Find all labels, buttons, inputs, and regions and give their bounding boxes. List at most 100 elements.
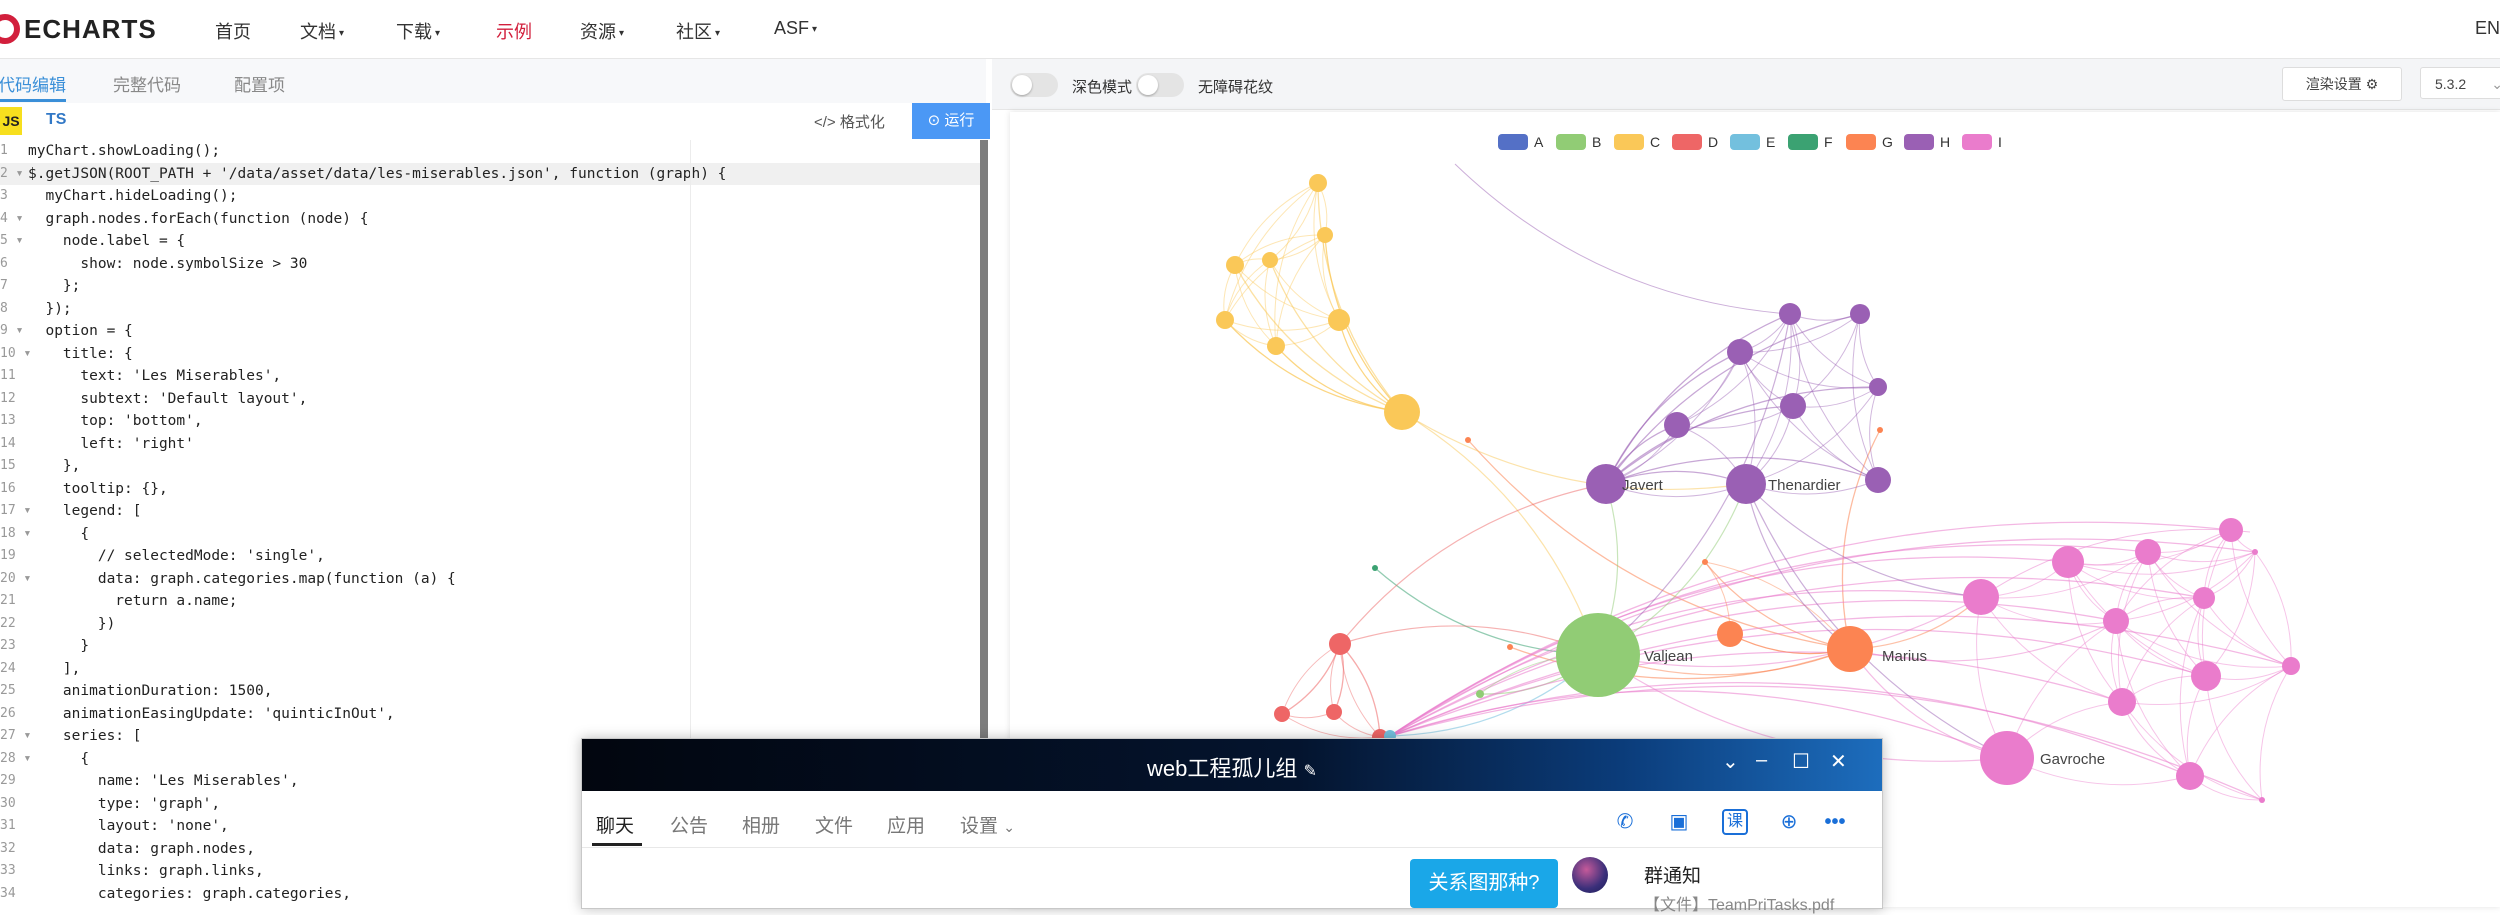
graph-node[interactable] [1317, 227, 1333, 243]
nav-item-0[interactable]: 首页 [215, 18, 251, 44]
legend-marker-H[interactable] [1904, 134, 1934, 150]
graph-node[interactable] [1980, 731, 2034, 785]
minimize-icon[interactable]: – [1756, 749, 1767, 772]
tab-files[interactable]: 文件 [815, 811, 853, 838]
run-button[interactable]: ⊙ 运行 [912, 103, 990, 139]
code-line[interactable]: 5 ▾ node.label = { [0, 230, 980, 253]
render-settings-button[interactable]: 渲染设置 ⚙ [2282, 67, 2402, 101]
code-line[interactable]: 17 ▾ legend: [ [0, 500, 980, 523]
add-icon[interactable]: ⊕ [1776, 809, 1802, 835]
code-line[interactable]: 23 } [0, 635, 980, 658]
graph-node[interactable] [1727, 339, 1753, 365]
graph-node[interactable] [1465, 437, 1471, 443]
pane-splitter[interactable] [980, 140, 988, 740]
legend-label[interactable]: F [1824, 134, 1833, 150]
code-line[interactable]: 24 ], [0, 658, 980, 681]
graph-node[interactable] [2191, 661, 2221, 691]
graph-node[interactable] [2176, 762, 2204, 790]
dark-mode-toggle[interactable] [1010, 73, 1058, 97]
graph-node[interactable] [1274, 706, 1290, 722]
graph-node[interactable] [1309, 174, 1327, 192]
tab-code-edit[interactable]: 代码编辑 [0, 71, 66, 96]
graph-node[interactable] [1372, 565, 1378, 571]
nav-item-5[interactable]: 社区 ▾ [676, 18, 720, 44]
legend-marker-B[interactable] [1556, 134, 1586, 150]
legend-marker-D[interactable] [1672, 134, 1702, 150]
message-bubble[interactable]: 关系图那种? [1410, 859, 1558, 908]
code-line[interactable]: 16 tooltip: {}, [0, 478, 980, 501]
graph-node[interactable] [1779, 303, 1801, 325]
code-line[interactable]: 13 top: 'bottom', [0, 410, 980, 433]
code-line[interactable]: 9 ▾ option = { [0, 320, 980, 343]
legend-label[interactable]: A [1534, 134, 1544, 150]
code-line[interactable]: 22 }) [0, 613, 980, 636]
notice-file[interactable]: 【文件】TeamPriTasks.pdf [1644, 891, 1834, 915]
graph-node[interactable] [1869, 378, 1887, 396]
avatar[interactable] [1572, 857, 1608, 893]
graph-node[interactable] [1827, 626, 1873, 672]
graph-node[interactable] [2252, 549, 2258, 555]
graph-node[interactable] [1216, 311, 1234, 329]
code-line[interactable]: 2 ▾ $.getJSON(ROOT_PATH + '/data/asset/da… [0, 162, 980, 185]
edit-icon[interactable]: ✎ [1304, 763, 1317, 780]
graph-node[interactable] [1780, 393, 1806, 419]
code-line[interactable]: 1 myChart.showLoading(); [0, 140, 980, 163]
chevron-down-icon[interactable]: ⌄ [1722, 749, 1739, 774]
nav-item-4[interactable]: 资源 ▾ [580, 18, 624, 44]
graph-node[interactable] [1476, 690, 1484, 698]
graph-node[interactable] [1586, 464, 1626, 504]
graph-node[interactable] [1329, 633, 1351, 655]
nav-item-6[interactable]: ASF ▾ [774, 18, 817, 39]
graph-node[interactable] [1726, 464, 1766, 504]
graph-node[interactable] [1717, 621, 1743, 647]
legend-label[interactable]: E [1766, 134, 1775, 150]
code-line[interactable]: 21 return a.name; [0, 590, 980, 613]
graph-node[interactable] [1702, 559, 1708, 565]
legend-marker-G[interactable] [1846, 134, 1876, 150]
code-line[interactable]: 25 animationDuration: 1500, [0, 680, 980, 703]
code-line[interactable]: 18 ▾ { [0, 523, 980, 546]
graph-node[interactable] [1262, 252, 1278, 268]
phone-icon[interactable]: ✆ [1612, 809, 1638, 835]
legend-label[interactable]: H [1940, 134, 1950, 150]
legend-marker-I[interactable] [1962, 134, 1992, 150]
js-tab[interactable]: JS [0, 107, 22, 135]
video-call-icon[interactable]: ▣ [1666, 809, 1692, 835]
code-line[interactable]: 8 }); [0, 298, 980, 321]
tab-notice[interactable]: 公告 [670, 811, 708, 838]
close-icon[interactable]: ✕ [1830, 749, 1847, 774]
classroom-icon[interactable]: 课 [1722, 809, 1748, 835]
graph-node[interactable] [2193, 587, 2215, 609]
echarts-logo[interactable]: ECHARTS [0, 12, 157, 46]
nav-item-3[interactable]: 示例 [496, 18, 532, 44]
code-line[interactable]: 19 // selectedMode: 'single', [0, 545, 980, 568]
code-line[interactable]: 20 ▾ data: graph.categories.map(function… [0, 568, 980, 591]
legend-label[interactable]: C [1650, 134, 1660, 150]
legend-label[interactable]: D [1708, 134, 1718, 150]
code-line[interactable]: 4 ▾ graph.nodes.forEach(function (node) … [0, 208, 980, 231]
code-line[interactable]: 10 ▾ title: { [0, 343, 980, 366]
code-line[interactable]: 3 myChart.hideLoading(); [0, 185, 980, 208]
accessibility-toggle[interactable] [1136, 73, 1184, 97]
format-button[interactable]: </> 格式化 [814, 111, 885, 132]
legend-label[interactable]: I [1998, 134, 2002, 150]
code-line[interactable]: 7 }; [0, 275, 980, 298]
tab-settings[interactable]: 设置 ⌄ [960, 811, 1015, 838]
version-select[interactable]: 5.3.2 ⌄ [2420, 67, 2500, 99]
code-line[interactable]: 15 }, [0, 455, 980, 478]
graph-node[interactable] [1384, 394, 1420, 430]
legend-marker-C[interactable] [1614, 134, 1644, 150]
graph-node[interactable] [2052, 546, 2084, 578]
code-line[interactable]: 14 left: 'right' [0, 433, 980, 456]
graph-node[interactable] [2259, 797, 2265, 803]
graph-node[interactable] [2219, 518, 2243, 542]
graph-node[interactable] [1226, 256, 1244, 274]
graph-node[interactable] [1328, 309, 1350, 331]
graph-node[interactable] [1556, 613, 1640, 697]
legend-marker-F[interactable] [1788, 134, 1818, 150]
maximize-icon[interactable]: ☐ [1792, 749, 1810, 774]
ts-tab[interactable]: TS [46, 111, 66, 129]
graph-node[interactable] [1326, 704, 1342, 720]
code-line[interactable]: 12 subtext: 'Default layout', [0, 388, 980, 411]
graph-node[interactable] [1267, 337, 1285, 355]
